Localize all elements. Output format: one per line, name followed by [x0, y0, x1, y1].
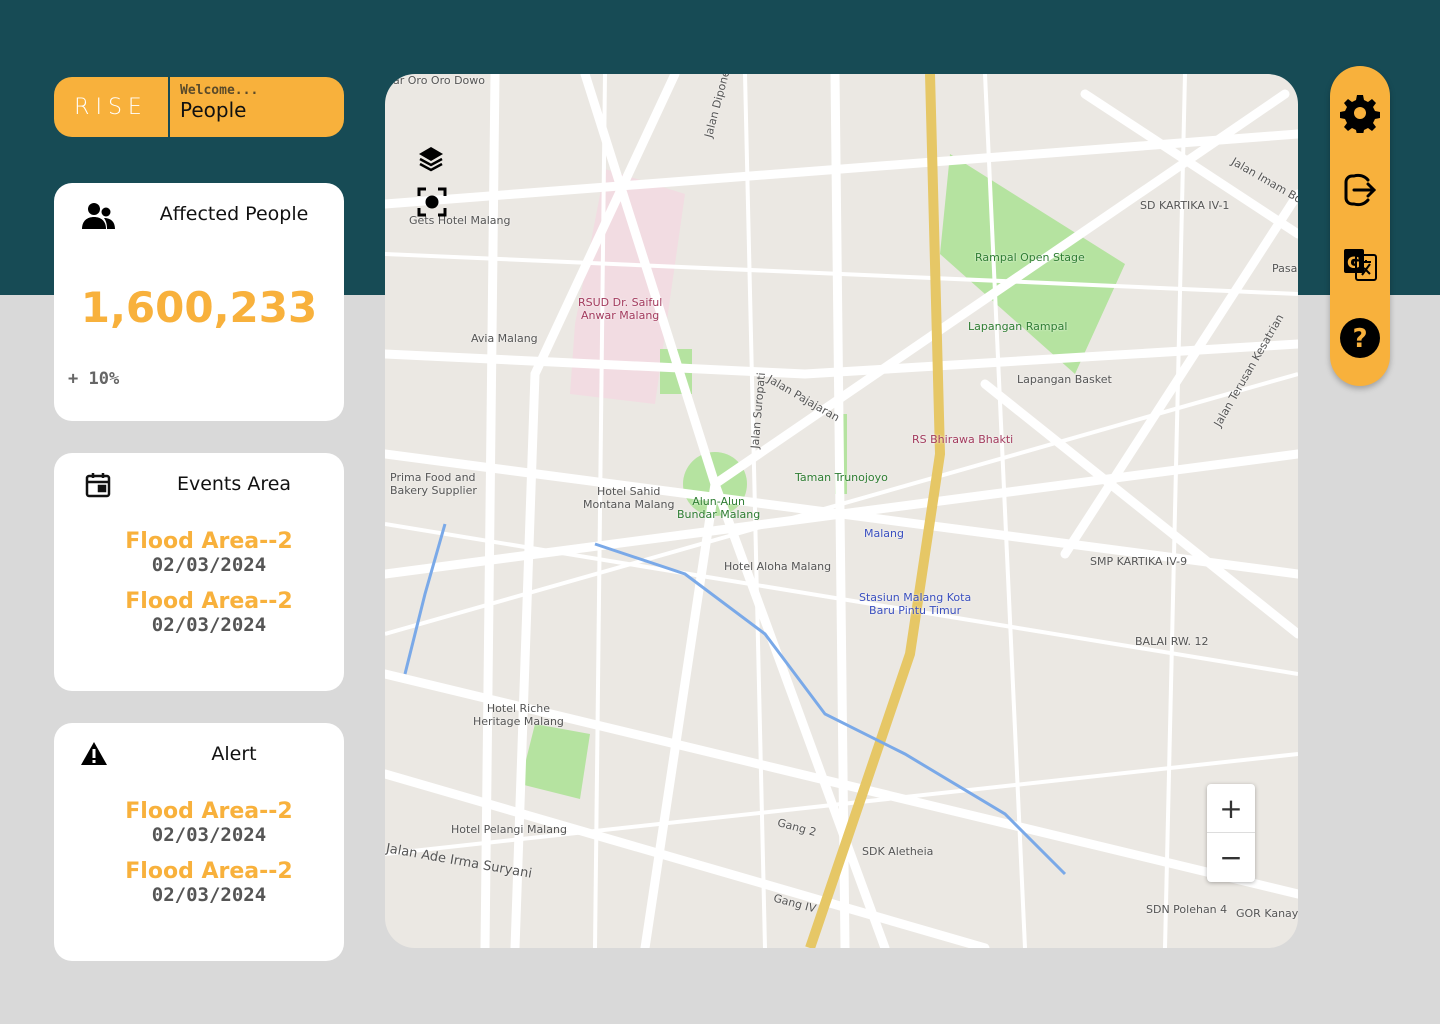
translate-button[interactable]: G	[1338, 242, 1382, 286]
gear-icon	[1340, 95, 1380, 133]
zoom-in-button[interactable]: +	[1207, 784, 1255, 833]
map-label: SMP KARTIKA IV-9	[1090, 555, 1188, 568]
card-title: Affected People	[159, 203, 309, 225]
event-item[interactable]: Flood Area--2 02/03/2024	[64, 529, 354, 576]
locate-button[interactable]	[417, 187, 447, 217]
map-view[interactable]: ar Oro Oro Dowo Gets Hotel Malang RSUD D…	[385, 74, 1298, 948]
translate-icon: G	[1344, 249, 1377, 281]
map-label-line: Baru Pintu Timur	[869, 604, 962, 617]
map-label-line: Stasiun Malang Kota	[859, 591, 972, 604]
map-label: SD KARTIKA IV-1	[1140, 199, 1230, 212]
affected-change: + 10%	[68, 369, 120, 389]
map-label: Taman Trunojoyo	[795, 471, 888, 484]
map-label: GOR Kanaya	[1236, 907, 1298, 920]
map-label-line: Montana Malang	[583, 498, 675, 511]
map-label: Pasa	[1272, 262, 1298, 275]
layers-icon	[419, 147, 443, 172]
affected-count: 1,600,233	[80, 283, 318, 332]
calendar-icon	[84, 471, 112, 503]
area-date: 02/03/2024	[151, 554, 267, 576]
map-label-line: Heritage Malang	[473, 715, 564, 728]
map-label: Hotel Aloha Malang	[724, 560, 832, 573]
zoom-out-button[interactable]: −	[1207, 833, 1255, 882]
brand-bar: RISE Welcome... People	[54, 77, 344, 137]
map-label: Hotel Pelangi Malang	[451, 823, 567, 836]
map-label: Lapangan Rampal	[968, 320, 1068, 333]
area-date: 02/03/2024	[151, 824, 267, 846]
map-label: Rampal Open Stage	[975, 251, 1085, 264]
map-label-line: Bakery Supplier	[390, 484, 477, 497]
map-label: BALAI RW. 12	[1135, 635, 1209, 648]
map-label: Stasiun Malang Kota Baru Pintu Timur	[859, 591, 971, 617]
card-title: Events Area	[176, 473, 292, 495]
map-label: RSUD Dr. Saiful Anwar Malang	[578, 296, 662, 322]
settings-button[interactable]	[1338, 91, 1382, 135]
map-label: Alun-Alun Bundar Malang	[677, 495, 760, 521]
alert-card: Alert Flood Area--2 02/03/2024 Flood Area…	[54, 723, 344, 961]
welcome-text: Welcome...	[180, 83, 259, 98]
user-name: People	[180, 98, 247, 122]
map-label: Hotel Riche Heritage Malang	[473, 702, 564, 728]
event-item[interactable]: Flood Area--2 02/03/2024	[64, 589, 354, 636]
layers-button[interactable]	[417, 144, 447, 174]
area-date: 02/03/2024	[151, 884, 267, 906]
map-label-line: RSUD Dr. Saiful	[578, 296, 663, 309]
map-label: Lapangan Basket	[1017, 373, 1112, 386]
map-label-line: Alun-Alun	[692, 495, 745, 508]
map-label: ar Oro Oro Dowo	[393, 74, 486, 87]
area-name: Flood Area--2	[125, 859, 293, 884]
area-name: Flood Area--2	[125, 589, 293, 614]
focus-icon	[417, 187, 447, 217]
map-label-line: Hotel Sahid	[597, 485, 661, 498]
side-toolbar: G ?	[1330, 66, 1390, 386]
map-label-line: Bundar Malang	[677, 508, 761, 521]
map-label: Prima Food and Bakery Supplier	[390, 471, 477, 497]
rise-logo[interactable]: RISE	[54, 77, 170, 137]
area-name: Flood Area--2	[125, 529, 293, 554]
map-label-line: Prima Food and	[390, 471, 476, 484]
logout-button[interactable]	[1338, 168, 1382, 212]
area-name: Flood Area--2	[125, 799, 293, 824]
map-label: Avia Malang	[471, 332, 538, 345]
map-label-line: Hotel Riche	[486, 702, 551, 715]
affected-people-card: Affected People 1,600,233 + 10%	[54, 183, 344, 421]
map-label: Hotel Sahid Montana Malang	[583, 485, 674, 511]
map-label: RS Bhirawa Bhakti	[912, 433, 1014, 446]
warning-icon	[80, 741, 108, 771]
map-label: SDK Aletheia	[862, 845, 934, 858]
map-label: SDN Polehan 4	[1146, 903, 1228, 916]
map-label: Malang	[864, 527, 904, 540]
help-button[interactable]: ?	[1338, 316, 1382, 360]
events-area-card: Events Area Flood Area--2 02/03/2024 Floo…	[54, 453, 344, 691]
zoom-control: + −	[1207, 784, 1255, 882]
svg-text:?: ?	[1352, 324, 1367, 354]
help-icon: ?	[1340, 318, 1380, 358]
area-date: 02/03/2024	[151, 614, 267, 636]
card-title: Alert	[211, 743, 257, 765]
map-label-line: Anwar Malang	[581, 309, 660, 322]
alert-item[interactable]: Flood Area--2 02/03/2024	[64, 799, 354, 846]
alert-item[interactable]: Flood Area--2 02/03/2024	[64, 859, 354, 906]
logout-icon	[1344, 173, 1377, 207]
users-icon	[82, 201, 116, 235]
